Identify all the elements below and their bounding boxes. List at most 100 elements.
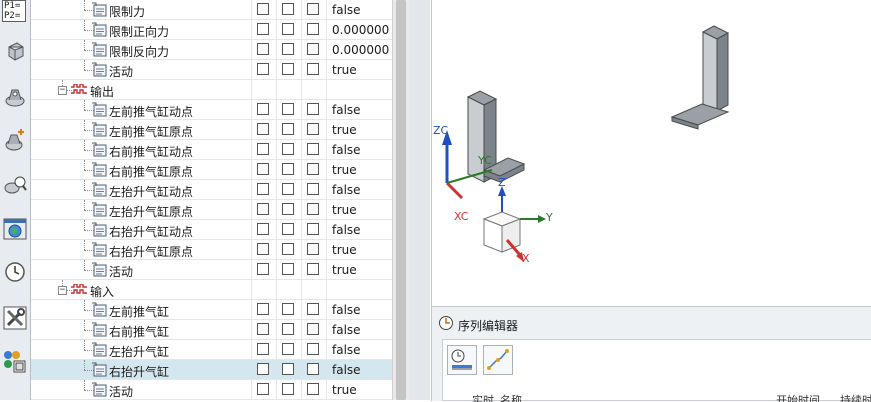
column-realtime[interactable]: 实时 <box>472 392 494 402</box>
checkbox-col-1[interactable] <box>257 123 269 135</box>
signal-value[interactable]: false <box>332 303 361 317</box>
tree-group-row[interactable]: − 输出 <box>31 80 392 100</box>
history-button[interactable] <box>2 259 28 285</box>
collapse-toggle-icon[interactable]: − <box>58 286 67 295</box>
signal-value[interactable]: 0.000000 <box>332 43 389 57</box>
tree-signal-row[interactable]: 限制反向力 0.000000 <box>31 40 392 60</box>
checkbox-col-2[interactable] <box>282 3 294 15</box>
tree-signal-row[interactable]: 活动 true <box>31 260 392 280</box>
checkbox-col-1[interactable] <box>257 363 269 375</box>
signal-value[interactable]: true <box>332 383 357 397</box>
signal-value[interactable]: 0.000000 <box>332 23 389 37</box>
signal-value[interactable]: true <box>332 263 357 277</box>
checkbox-col-3[interactable] <box>307 343 319 355</box>
checkbox-col-2[interactable] <box>282 43 294 55</box>
graphics-viewport[interactable]: ZC XC YC Z Y X <box>431 0 871 306</box>
signal-value[interactable]: true <box>332 163 357 177</box>
checkbox-col-3[interactable] <box>307 3 319 15</box>
panel-splitter[interactable] <box>409 0 430 400</box>
checkbox-col-3[interactable] <box>307 63 319 75</box>
checkbox-col-3[interactable] <box>307 323 319 335</box>
signal-value[interactable]: false <box>332 343 361 357</box>
tree-signal-row[interactable]: 右抬升气缸动点 false <box>31 220 392 240</box>
signal-value[interactable]: false <box>332 103 361 117</box>
tree-signal-row[interactable]: 左前推气缸 false <box>31 300 392 320</box>
checkbox-col-2[interactable] <box>282 263 294 275</box>
tree-group-row[interactable]: − 输入 <box>31 280 392 300</box>
signal-value[interactable]: true <box>332 243 357 257</box>
part-navigator-button[interactable] <box>2 38 28 64</box>
signal-value[interactable]: false <box>332 223 361 237</box>
tree-signal-row[interactable]: 右前推气缸动点 false <box>31 140 392 160</box>
checkbox-col-3[interactable] <box>307 123 319 135</box>
parameter-expression-button[interactable]: P1= P2= <box>2 0 26 22</box>
checkbox-col-1[interactable] <box>257 43 269 55</box>
checkbox-col-3[interactable] <box>307 383 319 395</box>
checkbox-col-2[interactable] <box>282 103 294 115</box>
signal-value[interactable]: false <box>332 143 361 157</box>
scrollbar-thumb[interactable] <box>396 0 406 400</box>
tree-signal-row[interactable]: 活动 true <box>31 380 392 400</box>
checkbox-col-2[interactable] <box>282 143 294 155</box>
checkbox-col-1[interactable] <box>257 243 269 255</box>
roles-button[interactable] <box>2 348 28 374</box>
checkbox-col-2[interactable] <box>282 303 294 315</box>
checkbox-col-3[interactable] <box>307 223 319 235</box>
checkbox-col-2[interactable] <box>282 363 294 375</box>
checkbox-col-1[interactable] <box>257 223 269 235</box>
signal-value[interactable]: true <box>332 63 357 77</box>
checkbox-col-1[interactable] <box>257 383 269 395</box>
tree-signal-row[interactable]: 左抬升气缸 false <box>31 340 392 360</box>
signal-value[interactable]: false <box>332 3 361 17</box>
assembly-navigator-button[interactable] <box>2 84 28 110</box>
checkbox-col-1[interactable] <box>257 303 269 315</box>
column-duration[interactable]: 持续时 <box>840 392 871 402</box>
checkbox-col-1[interactable] <box>257 63 269 75</box>
right-bracket-model[interactable] <box>670 25 730 130</box>
checkbox-col-2[interactable] <box>282 243 294 255</box>
checkbox-col-3[interactable] <box>307 43 319 55</box>
checkbox-col-1[interactable] <box>257 3 269 15</box>
checkbox-col-3[interactable] <box>307 103 319 115</box>
checkbox-col-3[interactable] <box>307 183 319 195</box>
signal-value[interactable]: true <box>332 203 357 217</box>
checkbox-col-1[interactable] <box>257 203 269 215</box>
checkbox-col-2[interactable] <box>282 383 294 395</box>
column-start-time[interactable]: 开始时间 <box>776 392 820 402</box>
signal-value[interactable]: false <box>332 363 361 377</box>
tree-signal-row[interactable]: 左抬升气缸动点 false <box>31 180 392 200</box>
checkbox-col-3[interactable] <box>307 163 319 175</box>
system-materials-button[interactable] <box>2 305 28 331</box>
checkbox-col-1[interactable] <box>257 263 269 275</box>
column-name[interactable]: 名称 <box>500 392 522 402</box>
checkbox-col-3[interactable] <box>307 203 319 215</box>
tree-signal-row[interactable]: 左前推气缸动点 false <box>31 100 392 120</box>
checkbox-col-2[interactable] <box>282 203 294 215</box>
link-events-button[interactable] <box>483 345 513 375</box>
checkbox-col-1[interactable] <box>257 323 269 335</box>
checkbox-col-3[interactable] <box>307 363 319 375</box>
checkbox-col-3[interactable] <box>307 143 319 155</box>
constraint-navigator-button[interactable] <box>2 128 28 154</box>
checkbox-col-2[interactable] <box>282 183 294 195</box>
checkbox-col-3[interactable] <box>307 303 319 315</box>
checkbox-col-3[interactable] <box>307 23 319 35</box>
checkbox-col-2[interactable] <box>282 343 294 355</box>
left-bracket-model[interactable] <box>466 90 526 183</box>
checkbox-col-1[interactable] <box>257 343 269 355</box>
tree-signal-row[interactable]: 右抬升气缸原点 true <box>31 240 392 260</box>
collapse-toggle-icon[interactable]: − <box>58 86 67 95</box>
signal-value[interactable]: false <box>332 183 361 197</box>
timeline-button[interactable] <box>447 345 477 375</box>
tree-signal-row[interactable]: 限制正向力 0.000000 <box>31 20 392 40</box>
checkbox-col-1[interactable] <box>257 163 269 175</box>
tree-signal-row[interactable]: 活动 true <box>31 60 392 80</box>
reuse-library-button[interactable] <box>2 172 28 198</box>
tree-signal-row[interactable]: 左前推气缸原点 true <box>31 120 392 140</box>
signal-value[interactable]: true <box>332 123 357 137</box>
checkbox-col-2[interactable] <box>282 223 294 235</box>
checkbox-col-1[interactable] <box>257 103 269 115</box>
checkbox-col-1[interactable] <box>257 183 269 195</box>
checkbox-col-2[interactable] <box>282 163 294 175</box>
checkbox-col-2[interactable] <box>282 323 294 335</box>
